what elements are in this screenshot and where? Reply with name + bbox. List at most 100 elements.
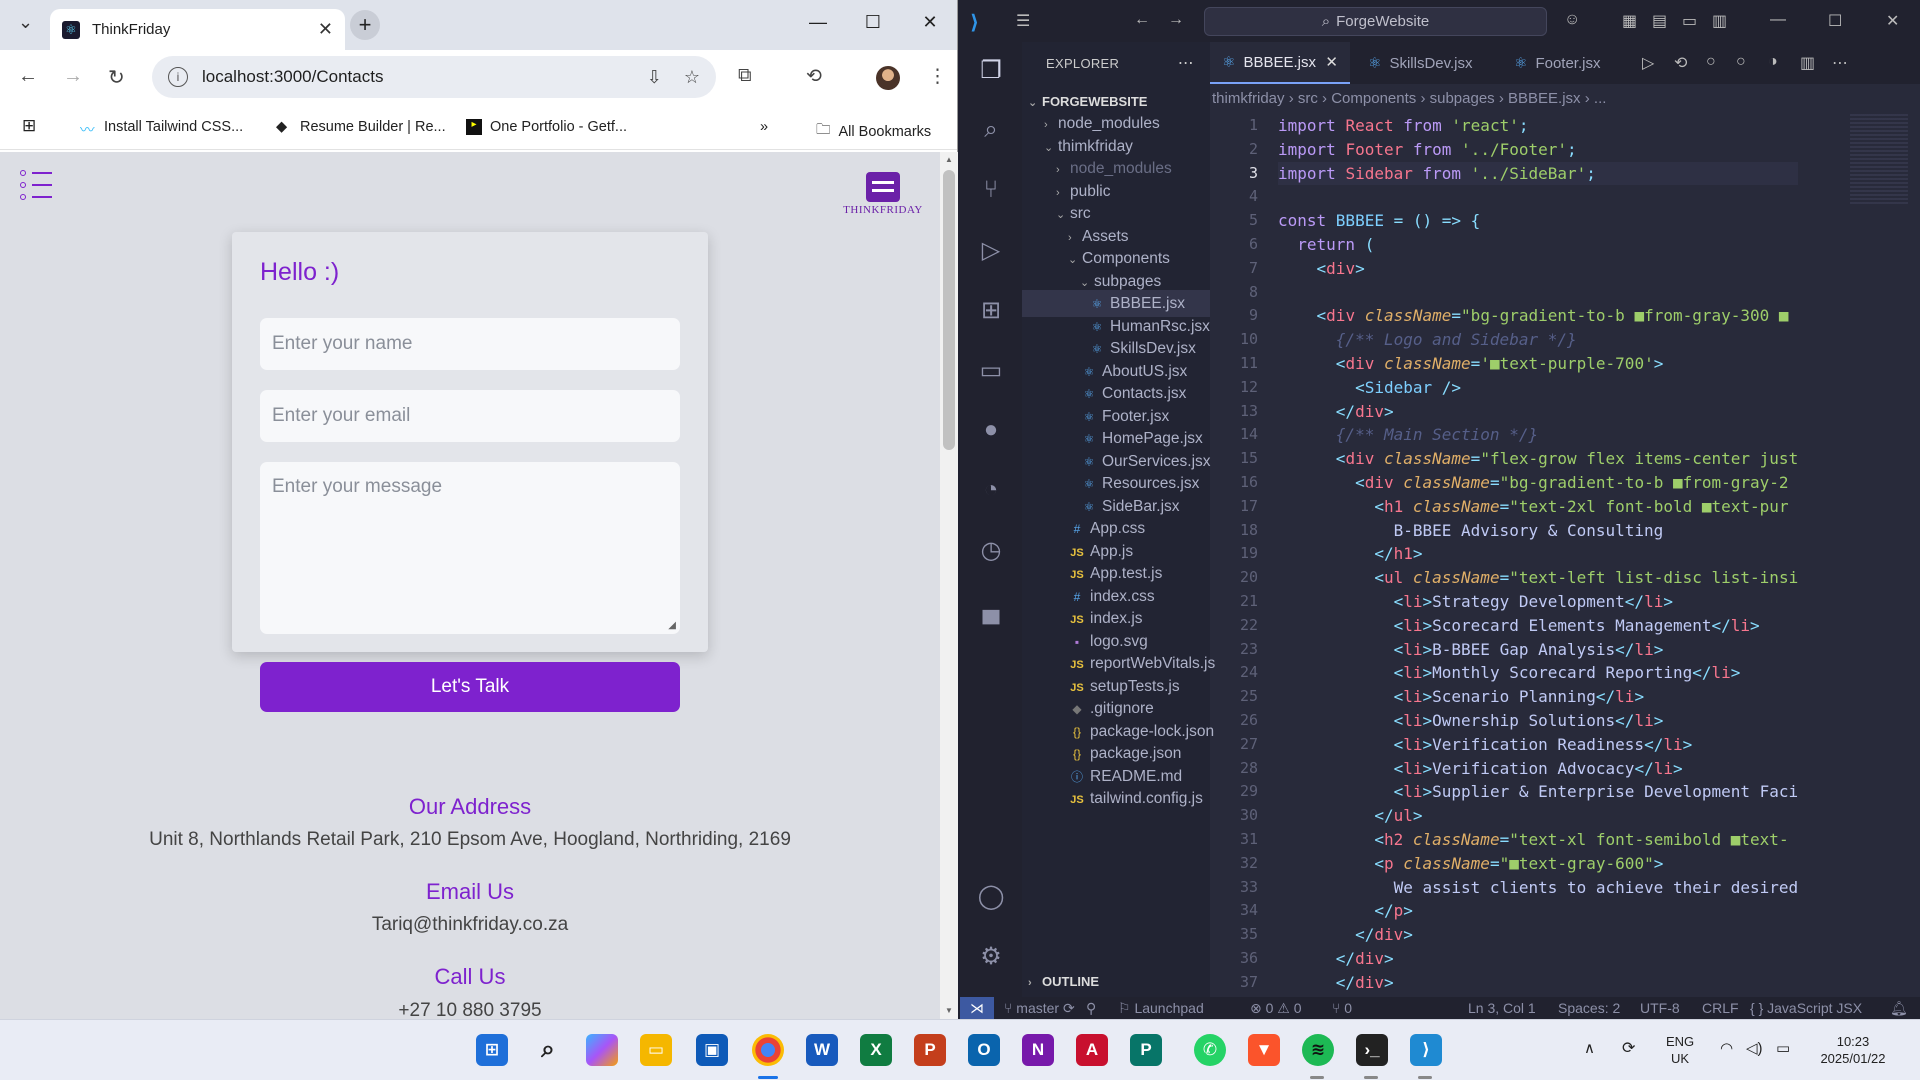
search-view-icon[interactable]: ⌕ [976, 116, 1006, 146]
remote-explorer-icon[interactable]: ▭ [976, 356, 1006, 386]
publisher-icon[interactable]: P [1130, 1034, 1162, 1066]
access-icon[interactable]: A [1076, 1034, 1108, 1066]
code-line[interactable]: <h1 className="text-2xl font-bold ■text-… [1278, 495, 1798, 519]
git-graph-icon[interactable]: ◔ [976, 476, 1006, 506]
code-line[interactable]: We assist clients to achieve their desir… [1278, 876, 1798, 900]
scroll-down-icon[interactable]: ▼ [945, 1006, 953, 1015]
code-line[interactable] [1278, 185, 1798, 209]
layout-icon[interactable]: ▦ [1622, 11, 1637, 31]
extensions-view-icon[interactable]: ⊞ [976, 296, 1006, 326]
timeline-compare-icon[interactable]: ◑ [1768, 53, 1778, 71]
notifications-bell-icon[interactable]: 🔔︎ [1890, 1000, 1908, 1017]
github-icon[interactable]: ● [976, 416, 1006, 446]
outline-section[interactable]: › OUTLINE [1022, 968, 1099, 995]
eol-status[interactable]: CRLF [1702, 1000, 1739, 1016]
code-line[interactable]: <div className="bg-gradient-to-b ■from-g… [1278, 304, 1798, 328]
code-line[interactable]: </div> [1278, 947, 1798, 971]
code-line[interactable]: </div> [1278, 971, 1798, 994]
problems-status[interactable]: ⊗ 0 ⚠ 0 [1250, 1000, 1302, 1017]
language-mode[interactable]: { } JavaScript JSX [1750, 1000, 1862, 1016]
reload-button[interactable]: ↻ [108, 65, 125, 90]
code-line[interactable] [1278, 281, 1798, 305]
new-tab-button[interactable]: + [350, 10, 380, 40]
terminal-icon[interactable]: ›_ [1356, 1034, 1388, 1066]
code-line[interactable]: </ul> [1278, 804, 1798, 828]
volume-icon[interactable]: ◁) [1746, 1040, 1763, 1057]
scroll-thumb[interactable] [943, 170, 955, 450]
tab-footer[interactable]: ⚛ Footer.jsx [1502, 42, 1632, 84]
source-control-icon[interactable]: ⑂ [976, 176, 1006, 206]
copilot-app-icon[interactable] [586, 1034, 618, 1066]
outlook-icon[interactable]: O [968, 1034, 1000, 1066]
accounts-icon[interactable]: ◯ [976, 882, 1006, 912]
apps-grid-icon[interactable]: ⊞ [22, 116, 36, 136]
wifi-icon[interactable]: ◠ [1720, 1040, 1733, 1057]
tab-skillsdev[interactable]: ⚛ SkillsDev.jsx [1356, 42, 1496, 84]
code-line[interactable]: const BBBEE = () => { [1278, 209, 1798, 233]
code-line[interactable]: <li>Ownership Solutions</li> [1278, 709, 1798, 733]
more-bookmarks-button[interactable]: » [760, 119, 768, 135]
explorer-icon[interactable]: ❐ [976, 56, 1006, 86]
code-line[interactable]: B-BBEE Advisory & Consulting [1278, 519, 1798, 543]
code-line[interactable]: {/** Logo and Sidebar */} [1278, 328, 1798, 352]
back-button[interactable]: ← [18, 65, 38, 88]
run-debug-icon[interactable]: ▷ [976, 236, 1006, 266]
code-line[interactable]: <div className='■text-purple-700'> [1278, 352, 1798, 376]
brave-icon[interactable]: ▼ [1248, 1034, 1280, 1066]
code-line[interactable]: <Sidebar /> [1278, 376, 1798, 400]
indentation-status[interactable]: Spaces: 2 [1558, 1000, 1620, 1016]
all-bookmarks-folder[interactable]: 🗀 All Bookmarks [816, 119, 931, 144]
code-line[interactable]: <h2 className="text-xl font-semibold ■te… [1278, 828, 1798, 852]
email-input[interactable]: Enter your email [260, 390, 680, 442]
forward-button[interactable]: → [63, 65, 83, 88]
open-changes-icon[interactable]: ⟲ [1674, 53, 1687, 73]
close-window-button[interactable]: ✕ [920, 12, 940, 33]
toggle-secondary-sidebar-icon[interactable]: ▥ [1712, 11, 1727, 31]
editor-more-icon[interactable]: ⋯ [1832, 53, 1848, 73]
scroll-up-icon[interactable]: ▲ [945, 155, 953, 164]
phone-text[interactable]: +27 10 880 3795 [0, 1000, 940, 1019]
bookmark-resume-builder[interactable]: ◆ Resume Builder | Re... [276, 119, 446, 135]
code-line[interactable]: <li>Supplier & Enterprise Development Fa… [1278, 780, 1798, 804]
tab-search-icon[interactable]: ⌄ [18, 12, 33, 33]
settings-gear-icon[interactable]: ⚙ [976, 942, 1006, 972]
ports-status[interactable]: ⑂ 0 [1332, 1000, 1352, 1016]
encoding-status[interactable]: UTF-8 [1640, 1000, 1680, 1016]
launchpad-status[interactable]: ⚐ Launchpad [1118, 1000, 1204, 1017]
breadcrumb-item[interactable]: Components [1331, 90, 1416, 107]
menu-kebab-icon[interactable]: ⋮ [928, 65, 947, 88]
breadcrumb-item[interactable]: src [1298, 90, 1318, 107]
breadcrumb-item[interactable]: BBBEE.jsx [1508, 90, 1581, 107]
code-line[interactable]: <div className="bg-gradient-to-b ■from-g… [1278, 471, 1798, 495]
lets-talk-button[interactable]: Let's Talk [260, 662, 680, 712]
vscode-minimize-button[interactable]: — [1770, 11, 1786, 29]
nav-forward-icon[interactable]: → [1168, 11, 1184, 29]
history-icon[interactable]: ⟲ [806, 65, 822, 88]
thinkfriday-logo[interactable]: THINKFRIDAY [832, 172, 934, 220]
battery-icon[interactable]: ▭ [1776, 1040, 1790, 1057]
message-textarea[interactable]: Enter your message ◢ [260, 462, 680, 634]
code-line[interactable]: </h1> [1278, 542, 1798, 566]
split-editor-icon[interactable]: ▥ [1800, 53, 1815, 73]
explorer-more-icon[interactable]: ⋯ [1178, 53, 1194, 73]
code-line[interactable]: <ul className="text-left list-disc list-… [1278, 566, 1798, 590]
toggle-panel-icon[interactable]: ▭ [1682, 11, 1697, 31]
bookmark-one-portfolio[interactable]: ▸ One Portfolio - Getf... [466, 119, 627, 135]
sync-icon[interactable]: ⚲ [1086, 1000, 1096, 1017]
code-line[interactable]: <li>Scorecard Elements Management</li> [1278, 614, 1798, 638]
sync-tray-icon[interactable]: ⟳ [1622, 1040, 1635, 1057]
command-center-search[interactable]: ⌕ ForgeWebsite [1204, 7, 1547, 36]
cursor-position[interactable]: Ln 3, Col 1 [1468, 1000, 1536, 1016]
file-tree-item[interactable]: JS tailwind.config.js [1022, 785, 1203, 812]
code-line[interactable]: <div className="flex-grow flex items-cen… [1278, 447, 1798, 471]
vscode-app-icon[interactable]: ⟩ [1410, 1034, 1442, 1066]
site-info-icon[interactable]: i [168, 67, 188, 87]
code-line[interactable]: import React from 'react'; [1278, 114, 1798, 138]
remote-indicator-icon[interactable]: ⋊ [960, 997, 994, 1019]
code-line[interactable]: return ( [1278, 233, 1798, 257]
page-scrollbar[interactable]: ▲ ▼ [940, 152, 958, 1019]
nav-back-icon[interactable]: ← [1134, 11, 1150, 29]
vscode-maximize-button[interactable]: ☐ [1828, 11, 1842, 31]
extensions-icon[interactable]: ⧉ [738, 65, 752, 87]
start-windows-icon[interactable]: ⊞ [476, 1034, 508, 1066]
